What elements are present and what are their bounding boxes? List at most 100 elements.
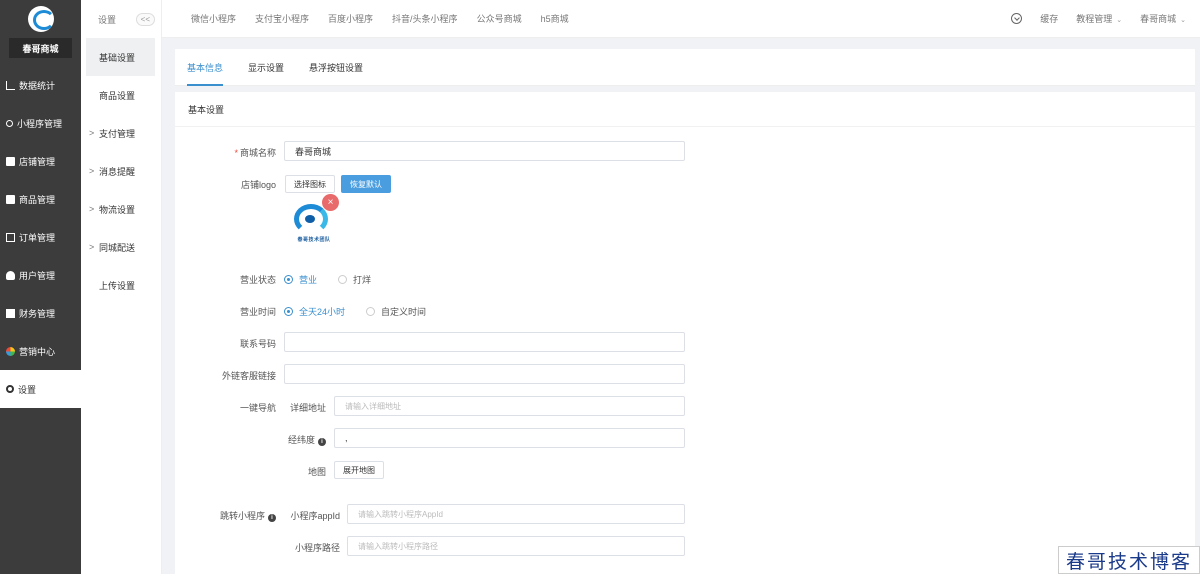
restore-default-button[interactable]: 恢复默认 <box>341 175 391 193</box>
address-label: 详细地址 <box>289 403 326 413</box>
sidebar-item-label: 用户管理 <box>19 270 56 281</box>
subnav-header: 设置 << <box>81 0 161 38</box>
sidebar-item-label: 订单管理 <box>19 232 56 243</box>
sidebar-item-settings[interactable]: 设置 <box>0 370 81 408</box>
sidebar-item-label: 营销中心 <box>19 346 56 357</box>
sidebar-item-users[interactable]: 用户管理 <box>0 256 81 294</box>
tab-wechat[interactable]: 微信小程序 <box>191 12 236 25</box>
user-icon <box>6 270 15 280</box>
subnav-title: 设置 <box>98 14 117 25</box>
latlng-label: 经纬度 i <box>270 433 326 446</box>
gear-icon <box>6 385 14 393</box>
subnav-item-payment[interactable]: > 支付管理 <box>81 114 161 152</box>
radio-open[interactable]: 营业 <box>284 273 317 286</box>
navigation-label: 一键导航 <box>239 403 276 413</box>
tab-basic-info[interactable]: 基本信息 <box>187 49 224 86</box>
chevron-down-icon: ⌄ <box>1180 17 1186 24</box>
phone-input[interactable] <box>284 332 685 352</box>
tab-h5[interactable]: h5商城 <box>541 12 569 25</box>
finance-icon <box>6 308 15 318</box>
address-input[interactable]: 请输入详细地址 <box>334 396 685 416</box>
download-icon[interactable] <box>1011 13 1023 24</box>
shop-icon <box>6 156 15 166</box>
tab-official-account[interactable]: 公众号商城 <box>477 12 522 25</box>
info-icon: i <box>318 438 326 446</box>
subnav-item-label: 商品设置 <box>99 90 136 101</box>
radio-label: 自定义时间 <box>381 307 427 317</box>
radio-dot <box>338 275 347 284</box>
jump-miniprogram-label: 跳转小程序 i <box>195 509 276 522</box>
sidebar-item-goods[interactable]: 商品管理 <box>0 180 81 218</box>
collapse-button[interactable]: << <box>135 12 155 26</box>
sidebar-item-orders[interactable]: 订单管理 <box>0 218 81 256</box>
tab-baidu[interactable]: 百度小程序 <box>328 12 373 25</box>
service-link-input[interactable] <box>284 364 685 384</box>
latlng-input[interactable]: , <box>334 428 685 448</box>
sidebar-item-label: 商品管理 <box>19 194 56 205</box>
sidebar-item-shop[interactable]: 店铺管理 <box>0 142 81 180</box>
business-hours-label: 营业时间 <box>239 307 276 317</box>
radio-dot <box>366 307 375 316</box>
path-input[interactable]: 请输入跳转小程序路径 <box>347 536 685 556</box>
jump-label-text: 跳转小程序 <box>219 511 265 521</box>
choose-icon-button[interactable]: 选择图标 <box>285 175 335 193</box>
radio-custom-time[interactable]: 自定义时间 <box>366 305 426 318</box>
subnav-item-label: 支付管理 <box>99 128 136 139</box>
tab-display-settings[interactable]: 显示设置 <box>248 49 284 86</box>
required-mark: * <box>234 148 238 158</box>
top-right-actions: 缓存 教程管理 ⌄ 春哥商城 ⌄ <box>1011 12 1200 25</box>
top-bar: 微信小程序 支付宝小程序 百度小程序 抖音/头条小程序 公众号商城 h5商城 缓… <box>162 0 1200 38</box>
shop-name-label: * 商城名称 <box>200 146 276 159</box>
tutorial-menu[interactable]: 教程管理 ⌄ <box>1076 12 1122 25</box>
subnav-item-delivery[interactable]: > 同城配送 <box>81 228 161 266</box>
sidebar-item-label: 小程序管理 <box>17 118 63 129</box>
subnav-item-upload[interactable]: 上传设置 <box>81 266 161 304</box>
radio-24h[interactable]: 全天24小时 <box>284 305 345 318</box>
shop-logo-label: 店铺logo <box>240 180 276 190</box>
open-map-button[interactable]: 展开地图 <box>334 461 384 479</box>
shop-name-input[interactable]: 春哥商城 <box>284 141 685 161</box>
subnav-item-messages[interactable]: > 消息提醒 <box>81 152 161 190</box>
subnav-item-goods[interactable]: 商品设置 <box>81 76 161 114</box>
subnav-item-logistics[interactable]: > 物流设置 <box>81 190 161 228</box>
marketing-icon <box>6 346 15 356</box>
chevron-right-icon: > <box>89 242 95 252</box>
map-label: 地图 <box>307 467 326 477</box>
cache-button[interactable]: 缓存 <box>1040 12 1058 25</box>
chevron-right-icon: > <box>89 204 95 214</box>
sidebar-item-statistics[interactable]: 数据统计 <box>0 66 81 104</box>
sidebar-item-marketing[interactable]: 营销中心 <box>0 332 81 370</box>
sidebar-item-miniprogram[interactable]: 小程序管理 <box>0 104 81 142</box>
tutorial-label: 教程管理 <box>1076 14 1113 24</box>
account-menu[interactable]: 春哥商城 ⌄ <box>1140 12 1186 25</box>
chevron-down-icon: ⌄ <box>1116 17 1123 24</box>
subnav-item-basic[interactable]: 基础设置 <box>86 38 155 76</box>
shop-logo-icon <box>294 204 328 234</box>
sidebar-item-label: 店铺管理 <box>19 156 56 167</box>
tab-float-button-settings[interactable]: 悬浮按钮设置 <box>309 49 363 86</box>
tab-alipay[interactable]: 支付宝小程序 <box>255 12 309 25</box>
shop-name-label-text: 商城名称 <box>239 148 276 158</box>
goods-icon <box>6 194 15 204</box>
chevron-right-icon: > <box>89 166 95 176</box>
radio-closed[interactable]: 打烊 <box>338 273 371 286</box>
phone-label: 联系号码 <box>239 339 276 349</box>
sidebar-item-label: 设置 <box>18 384 37 395</box>
tab-douyin[interactable]: 抖音/头条小程序 <box>392 12 458 25</box>
section-title: 基本设置 <box>175 92 1195 127</box>
business-status-label: 营业状态 <box>239 275 276 285</box>
blog-watermark: 春哥技术博客 <box>1058 546 1200 574</box>
chevron-right-icon: > <box>89 128 95 138</box>
settings-subnav: 设置 << 基础设置 商品设置 > 支付管理 > 消息提醒 > 物流设置 > 同… <box>81 0 162 574</box>
account-label: 春哥商城 <box>1140 14 1177 24</box>
sidebar-item-label: 数据统计 <box>19 80 56 91</box>
radio-dot <box>284 275 293 284</box>
subnav-item-label: 消息提醒 <box>99 166 136 177</box>
appid-input[interactable]: 请输入跳转小程序AppId <box>347 504 685 524</box>
sidebar-item-finance[interactable]: 财务管理 <box>0 294 81 332</box>
latlng-label-text: 经纬度 <box>287 435 315 445</box>
radio-dot <box>284 307 293 316</box>
radio-label: 全天24小时 <box>299 307 346 317</box>
shop-name-badge: 春哥商城 <box>9 38 72 58</box>
delete-logo-button[interactable]: × <box>322 194 339 211</box>
